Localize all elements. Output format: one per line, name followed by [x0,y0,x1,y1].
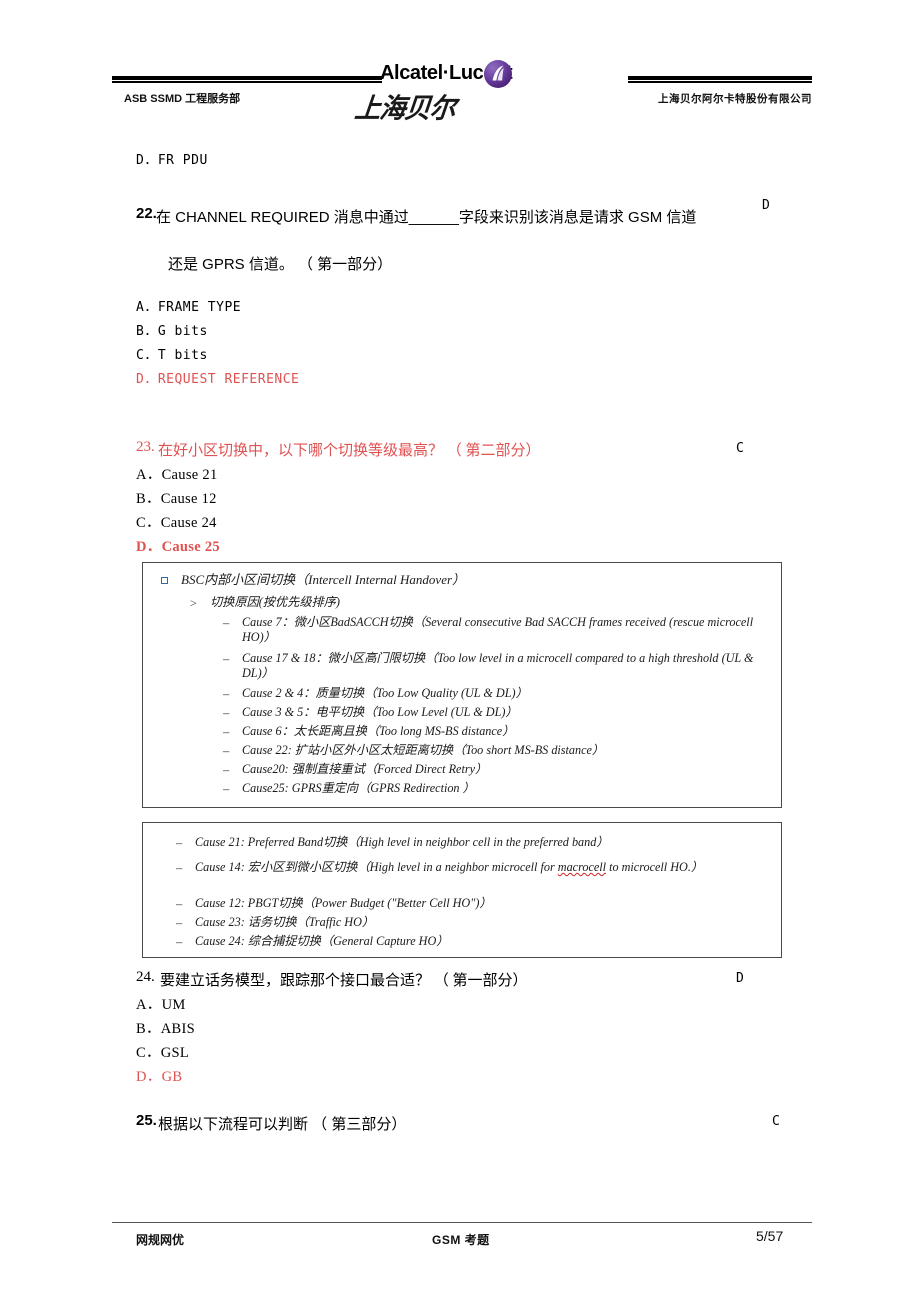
document-page: Alcatel·Lucent ASB SSMD 工程服务部 上海贝尔 上海贝尔阿… [0,0,920,1302]
slide1-item-3: Cause 2 & 4：质量切换（Too Low Quality (UL & D… [242,686,528,700]
footer-center-label: GSM 考题 [432,1233,490,1247]
question-22-option-c: C．T bits [136,348,208,363]
footer-page-number: 5/57 [756,1228,784,1244]
page-header: Alcatel·Lucent ASB SSMD 工程服务部 上海贝尔 上海贝尔阿… [112,58,812,130]
slide-box-handover-causes-part1: BSC内部小区间切换（Intercell Internal Handover） … [142,562,782,808]
slide1-item-5: Cause 6：太长距离且换（Too long MS-BS distance） [242,724,515,738]
shanghai-bell-calligraphy: 上海贝尔 [353,93,457,125]
question-22-number: 22. [136,205,157,222]
slide1-heading: BSC内部小区间切换（Intercell Internal Handover） [181,572,466,587]
slide1-subheading: 切换原因(按优先级排序) [210,595,340,609]
slide2-item-3: Cause 12: PBGT切换（Power Budget ("Better C… [195,896,492,910]
header-rule-left [112,76,382,83]
slide2-item-2: Cause 14: 宏小区到微小区切换（High level in a neig… [195,860,704,874]
dash-bullet-icon: – [223,763,230,777]
question-24-option-a: A．UM [136,997,186,1013]
dash-bullet-icon: – [223,616,230,630]
question-25-stem: 根据以下流程可以判断 （ 第三部分） [158,1116,407,1133]
question-23-option-b: B．Cause 12 [136,491,217,507]
question-23-option-d: D．Cause 25 [136,539,220,555]
question-25-answer-key: C [772,1114,780,1129]
question-24-option-b: B．ABIS [136,1021,196,1037]
alcatel-lucent-circle-logo-icon [484,60,512,88]
dash-bullet-icon: – [176,916,183,930]
question-22-stem-line1: 在 CHANNEL REQUIRED 消息中通过______字段来识别该消息是请… [156,209,697,226]
footer-divider [112,1222,812,1223]
question-23-number: 23. [136,439,155,455]
slide2-item-5: Cause 24: 综合捕捉切换（General Capture HO） [195,934,449,948]
spellcheck-underlined-word: macrocell [557,860,607,874]
question-24-stem: 要建立话务模型，跟踪那个接口最合适？ （ 第一部分） [160,973,528,989]
question-22-stem-line2: 还是 GPRS 信道。 （ 第一部分） [168,256,393,273]
question-22-option-a: A．FRAME TYPE [136,300,242,315]
dash-bullet-icon: – [176,897,183,911]
dash-bullet-icon: – [223,706,230,720]
question-24-option-d: D．GB [136,1069,183,1085]
dash-bullet-icon: – [223,725,230,739]
slide2-item-4: Cause 23: 话务切换（Traffic HO） [195,915,375,929]
header-company-label: 上海贝尔阿尔卡特股份有限公司 [658,93,812,105]
dash-bullet-icon: – [223,652,230,666]
question-22-option-d: D．REQUEST REFERENCE [136,372,300,387]
slide-box-handover-causes-part2: – Cause 21: Preferred Band切换（High level … [142,822,782,958]
slide1-item-2: Cause 17 & 18：微小区高门限切换（Too low level in … [242,651,754,681]
slide1-item-4: Cause 3 & 5：电平切换（Too Low Level (UL & DL)… [242,705,518,719]
footer-left-label: 网规网优 [136,1233,185,1247]
dash-bullet-icon: – [176,836,183,850]
slide2-item-1: Cause 21: Preferred Band切换（High level in… [195,835,609,849]
question-23-option-c: C．Cause 24 [136,515,217,531]
orphan-option-d: D．FR PDU [136,153,208,168]
header-department-label: ASB SSMD 工程服务部 [124,93,241,105]
question-22-answer-key: D [762,198,770,213]
question-24-answer-key: D [736,971,744,986]
question-24-number: 24. [136,969,155,985]
slide1-item-7: Cause20: 强制直接重试（Forced Direct Retry） [242,762,488,776]
dash-bullet-icon: – [176,861,183,875]
square-bullet-icon [161,577,168,584]
slide1-item-8: Cause25: GPRS重定向（GPRS Redirection ） [242,781,475,795]
question-25-number: 25. [136,1112,157,1129]
question-24-option-c: C．GSL [136,1045,190,1061]
dash-bullet-icon: – [223,687,230,701]
question-23-option-a: A．Cause 21 [136,467,218,483]
dash-bullet-icon: – [223,782,230,796]
question-23-answer-key: C [736,441,744,456]
dash-bullet-icon: – [223,744,230,758]
header-rule-right [628,76,812,83]
question-22-option-b: B．G bits [136,324,208,339]
slide1-item-1: Cause 7：微小区BadSACCH切换（Several consecutiv… [242,615,754,645]
dash-bullet-icon: – [176,935,183,949]
question-23-stem: 在好小区切换中，以下哪个切换等级最高？ （ 第二部分） [158,443,541,459]
chevron-bullet-icon: > [190,596,197,610]
slide1-item-6: Cause 22: 扩站小区外小区太短距离切换（Too short MS-BS … [242,743,605,757]
